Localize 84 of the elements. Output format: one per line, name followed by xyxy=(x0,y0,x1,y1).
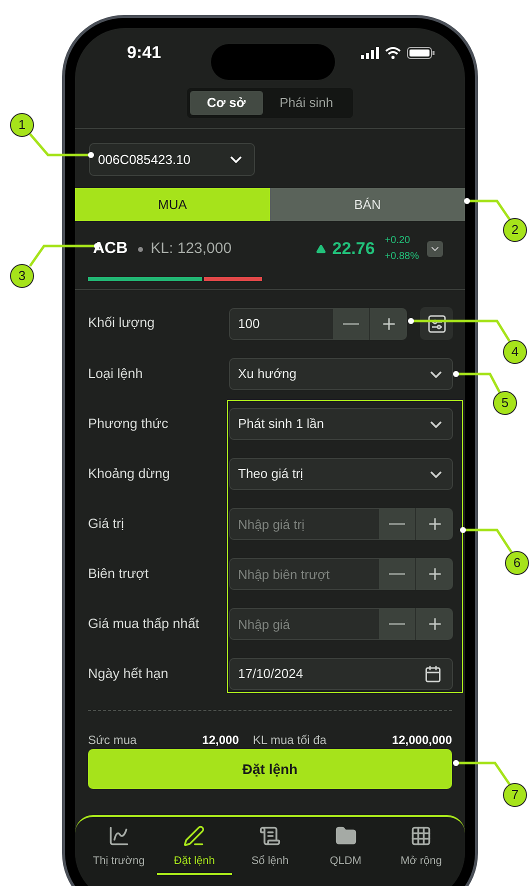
battery-icon xyxy=(407,47,435,59)
callout-number: 5 xyxy=(493,391,517,415)
scroll-icon xyxy=(258,825,281,847)
input-field[interactable]: 100 xyxy=(229,308,333,340)
field-label: Khối lượng xyxy=(88,314,156,332)
summary-value: 12,000,000 xyxy=(392,732,452,749)
minus-icon xyxy=(389,573,405,575)
summary-value: 12,000 xyxy=(202,732,239,749)
chart-icon xyxy=(108,825,130,847)
field-label: Ngày hết hạn xyxy=(88,664,170,683)
chevron-down-icon xyxy=(230,156,242,163)
callout-number: 1 xyxy=(10,113,34,137)
chevron-down-icon xyxy=(430,370,442,378)
minus-button[interactable] xyxy=(333,308,370,340)
field-value: Phát sinh 1 lần xyxy=(238,415,324,434)
field-label: Phương thức xyxy=(88,414,170,433)
account-number: 006C085423.10 xyxy=(98,150,191,169)
signal-icon xyxy=(361,47,379,59)
up-triangle-icon xyxy=(316,244,326,254)
field-label: Khoảng dừng xyxy=(88,464,171,483)
field-label: Loại lệnh xyxy=(88,364,144,383)
leader-line xyxy=(460,527,514,554)
slider-settings-icon xyxy=(426,314,446,334)
minus-icon xyxy=(389,623,405,625)
field-value: Theo giá trị xyxy=(238,465,304,484)
nav-tab[interactable]: Sổ lệnh xyxy=(232,825,308,875)
callout-number: 2 xyxy=(503,218,527,242)
dropdown-field[interactable]: Xu hướng xyxy=(229,358,453,390)
input-field[interactable]: Nhập giá xyxy=(229,608,379,640)
price-change: +0.20 xyxy=(384,234,410,248)
grid-icon xyxy=(410,825,432,847)
place-order-button[interactable]: Đặt lệnh xyxy=(88,749,452,789)
settings-button[interactable] xyxy=(420,307,453,340)
plus-button[interactable] xyxy=(416,558,453,590)
callout-number: 6 xyxy=(505,551,529,575)
order-side-tab[interactable]: MUA xyxy=(75,188,270,221)
leader-line xyxy=(464,198,512,221)
wifi-icon xyxy=(385,47,401,59)
segment-tab[interactable]: Phái sinh xyxy=(262,91,350,115)
summary-label: KL mua tối đa xyxy=(252,732,326,749)
nav-tab[interactable]: Thị trường xyxy=(81,825,157,875)
minus-button[interactable] xyxy=(379,608,416,640)
minus-button[interactable] xyxy=(379,558,416,590)
callout-number: 7 xyxy=(503,783,527,807)
pen-icon xyxy=(183,825,206,847)
expand-button[interactable] xyxy=(427,241,443,257)
stock-price: 22.76 xyxy=(332,238,375,260)
date-field[interactable]: 17/10/2024 xyxy=(229,658,453,690)
summary-label: Sức mua xyxy=(88,732,137,749)
minus-button[interactable] xyxy=(379,508,416,540)
status-time: 9:41 xyxy=(127,42,162,64)
nav-tab[interactable]: Mở rộng xyxy=(383,825,459,875)
order-side-tab[interactable]: BÁN xyxy=(270,188,465,221)
plus-button[interactable] xyxy=(370,308,407,340)
account-dropdown[interactable]: 006C085423.10 xyxy=(89,143,255,176)
field-value: Xu hướng xyxy=(238,365,296,384)
sell-ratio-bar xyxy=(204,277,262,281)
leader-line xyxy=(29,133,94,158)
stock-volume: KL: 123,000 xyxy=(150,238,232,259)
minus-icon xyxy=(343,322,359,324)
field-label: Biên trượt xyxy=(88,564,150,583)
chevron-down-icon xyxy=(430,420,442,428)
dot-separator xyxy=(138,246,143,252)
callout-number: 4 xyxy=(503,340,527,364)
nav-tab[interactable]: QLDM xyxy=(308,825,384,875)
dropdown-field[interactable]: Theo giá trị xyxy=(229,458,453,490)
input-field[interactable]: Nhập giá trị xyxy=(229,508,379,540)
segment-tab[interactable]: Cơ sở xyxy=(190,91,263,115)
leader-line xyxy=(453,371,502,394)
field-label: Giá trị xyxy=(88,514,126,533)
callout-number: 3 xyxy=(10,264,34,288)
folder-icon xyxy=(334,825,357,847)
input-field[interactable]: Nhập biên trượt xyxy=(229,558,379,590)
minus-icon xyxy=(389,523,405,525)
leader-line xyxy=(453,760,512,786)
chevron-down-icon xyxy=(430,470,442,478)
price-change-percent: +0.88% xyxy=(384,250,419,264)
field-value: 17/10/2024 xyxy=(238,665,304,684)
field-label: Giá mua thấp nhất xyxy=(88,614,200,633)
calendar-icon xyxy=(424,665,442,683)
dropdown-field[interactable]: Phát sinh 1 lần xyxy=(229,408,453,440)
plus-button[interactable] xyxy=(416,508,453,540)
plus-button[interactable] xyxy=(416,608,453,640)
nav-tab[interactable]: Đặt lệnh xyxy=(156,825,232,875)
